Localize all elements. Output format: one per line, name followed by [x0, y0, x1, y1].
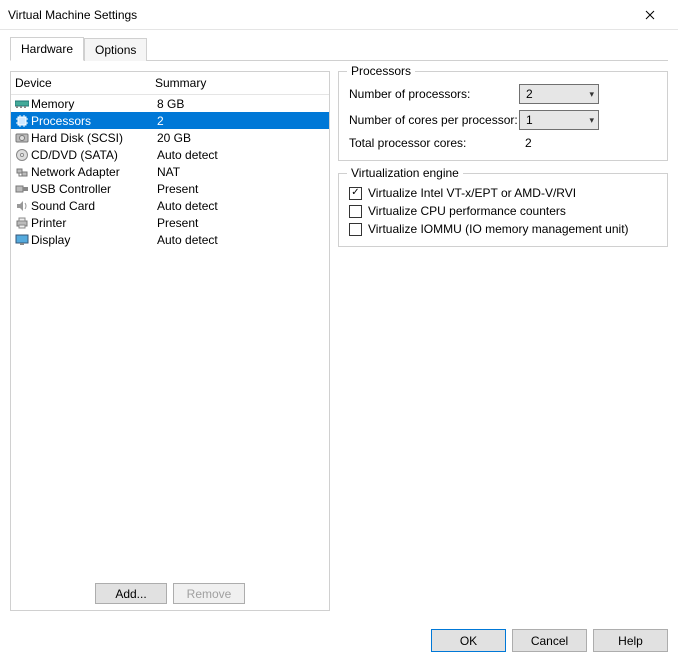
sound-icon	[15, 199, 29, 213]
cpu-icon	[15, 114, 29, 128]
vt-checkbox[interactable]: ✓	[349, 187, 362, 200]
device-name: Display	[31, 233, 157, 247]
right-panel: Processors Number of processors: 2 ▾ Num…	[338, 71, 668, 611]
cores-per-proc-label: Number of cores per processor:	[349, 113, 519, 127]
device-row[interactable]: Processors2	[11, 112, 329, 129]
vt-label: Virtualize Intel VT-x/EPT or AMD-V/RVI	[368, 186, 576, 200]
tab-hardware[interactable]: Hardware	[10, 37, 84, 61]
tab-content: Device Summary Memory8 GBProcessors2Hard…	[0, 61, 678, 621]
hdd-icon	[15, 131, 29, 145]
device-list[interactable]: Device Summary Memory8 GBProcessors2Hard…	[11, 72, 329, 577]
device-name: Memory	[31, 97, 157, 111]
device-name: USB Controller	[31, 182, 157, 196]
list-header: Device Summary	[11, 72, 329, 95]
device-name: CD/DVD (SATA)	[31, 148, 157, 162]
display-icon	[15, 233, 29, 247]
device-row[interactable]: PrinterPresent	[11, 214, 329, 231]
processors-group: Processors Number of processors: 2 ▾ Num…	[338, 71, 668, 161]
device-name: Hard Disk (SCSI)	[31, 131, 157, 145]
remove-button: Remove	[173, 583, 245, 604]
device-row[interactable]: CD/DVD (SATA)Auto detect	[11, 146, 329, 163]
device-row[interactable]: Network AdapterNAT	[11, 163, 329, 180]
dialog-buttons: OK Cancel Help	[0, 621, 678, 660]
device-panel: Device Summary Memory8 GBProcessors2Hard…	[10, 71, 330, 611]
device-name: Sound Card	[31, 199, 157, 213]
close-icon	[645, 10, 655, 20]
device-summary: 20 GB	[157, 131, 325, 145]
device-row[interactable]: Hard Disk (SCSI)20 GB	[11, 129, 329, 146]
list-buttons: Add... Remove	[11, 577, 329, 610]
memory-icon	[15, 97, 29, 111]
chevron-down-icon: ▾	[589, 115, 594, 126]
usb-icon	[15, 182, 29, 196]
device-summary: Auto detect	[157, 148, 325, 162]
device-name: Network Adapter	[31, 165, 157, 179]
device-summary: NAT	[157, 165, 325, 179]
num-processors-select[interactable]: 2 ▾	[519, 84, 599, 104]
device-name: Processors	[31, 114, 157, 128]
perf-checkbox[interactable]	[349, 205, 362, 218]
help-button[interactable]: Help	[593, 629, 668, 652]
device-row[interactable]: Sound CardAuto detect	[11, 197, 329, 214]
device-summary: Auto detect	[157, 233, 325, 247]
virtualization-group-title: Virtualization engine	[347, 166, 463, 180]
processors-group-title: Processors	[347, 64, 415, 78]
device-summary: 2	[157, 114, 325, 128]
printer-icon	[15, 216, 29, 230]
num-processors-value: 2	[526, 87, 533, 101]
device-row[interactable]: Memory8 GB	[11, 95, 329, 112]
cores-per-proc-select[interactable]: 1 ▾	[519, 110, 599, 130]
device-name: Printer	[31, 216, 157, 230]
iommu-label: Virtualize IOMMU (IO memory management u…	[368, 222, 629, 236]
tab-options[interactable]: Options	[84, 38, 147, 61]
add-button[interactable]: Add...	[95, 583, 167, 604]
device-summary: Auto detect	[157, 199, 325, 213]
total-cores-value: 2	[519, 136, 532, 150]
num-processors-label: Number of processors:	[349, 87, 519, 101]
device-row[interactable]: DisplayAuto detect	[11, 231, 329, 248]
close-button[interactable]	[630, 1, 670, 29]
cores-per-proc-value: 1	[526, 113, 533, 127]
tabs: Hardware Options	[10, 36, 668, 61]
cd-icon	[15, 148, 29, 162]
perf-label: Virtualize CPU performance counters	[368, 204, 566, 218]
device-summary: Present	[157, 182, 325, 196]
col-summary-header[interactable]: Summary	[155, 76, 329, 90]
ok-button[interactable]: OK	[431, 629, 506, 652]
net-icon	[15, 165, 29, 179]
device-summary: Present	[157, 216, 325, 230]
device-summary: 8 GB	[157, 97, 325, 111]
col-device-header[interactable]: Device	[15, 76, 155, 90]
total-cores-label: Total processor cores:	[349, 136, 519, 150]
chevron-down-icon: ▾	[589, 89, 594, 100]
virtualization-group: Virtualization engine ✓ Virtualize Intel…	[338, 173, 668, 247]
window-title: Virtual Machine Settings	[8, 8, 137, 22]
cancel-button[interactable]: Cancel	[512, 629, 587, 652]
titlebar: Virtual Machine Settings	[0, 0, 678, 30]
device-row[interactable]: USB ControllerPresent	[11, 180, 329, 197]
iommu-checkbox[interactable]	[349, 223, 362, 236]
